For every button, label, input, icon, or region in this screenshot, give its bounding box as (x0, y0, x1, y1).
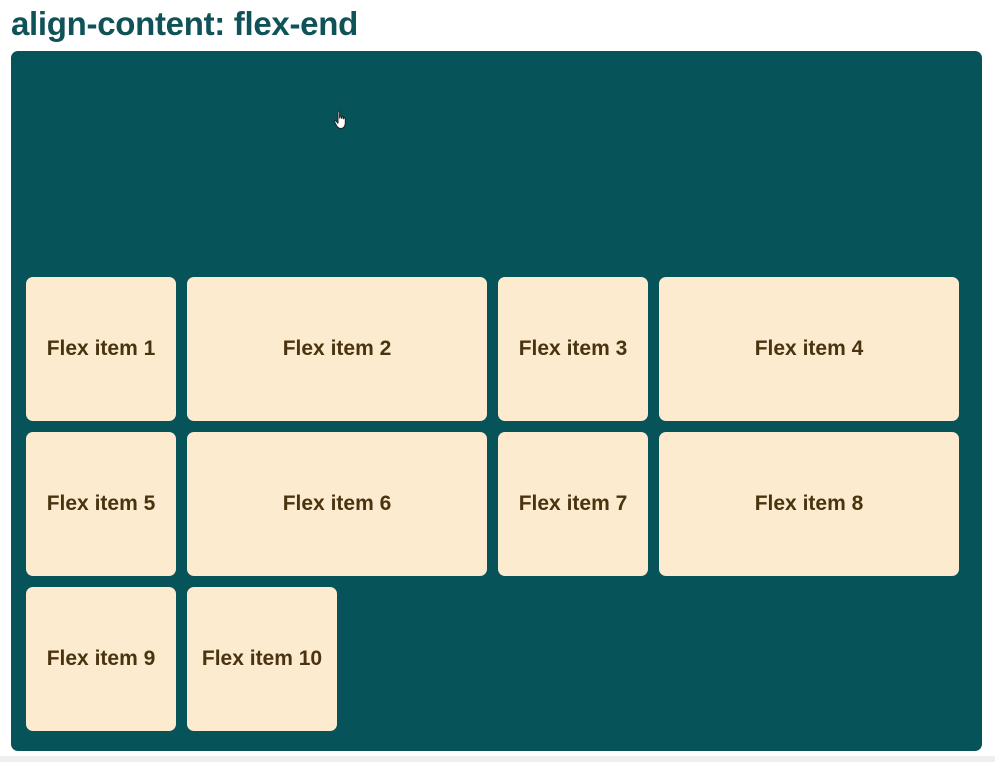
page: align-content: flex-end Flex item 1 Flex… (0, 0, 995, 762)
flex-item-4: Flex item 4 (659, 277, 959, 421)
flex-item-10: Flex item 10 (187, 587, 337, 731)
page-title: align-content: flex-end (11, 5, 358, 42)
flex-item-6: Flex item 6 (187, 432, 487, 576)
flex-item-7: Flex item 7 (498, 432, 648, 576)
flex-container: Flex item 1 Flex item 2 Flex item 3 Flex… (11, 51, 982, 751)
flex-item-3: Flex item 3 (498, 277, 648, 421)
flex-item-2: Flex item 2 (187, 277, 487, 421)
flex-item-8: Flex item 8 (659, 432, 959, 576)
hand-pointer-icon (333, 110, 346, 129)
flex-item-9: Flex item 9 (26, 587, 176, 731)
bottom-strip (0, 756, 995, 762)
flex-item-1: Flex item 1 (26, 277, 176, 421)
flex-item-5: Flex item 5 (26, 432, 176, 576)
